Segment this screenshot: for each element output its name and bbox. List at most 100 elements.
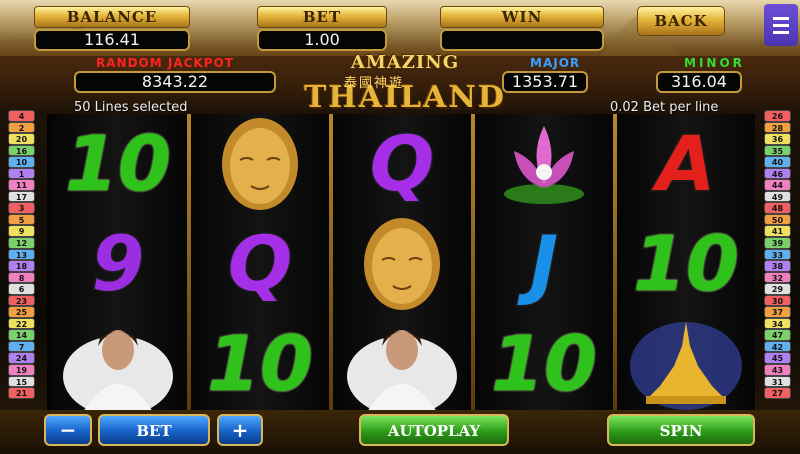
- payline-indicator-right[interactable]: 41: [764, 225, 791, 238]
- symbol-j-text: J: [528, 219, 559, 308]
- payline-indicator-right[interactable]: 40: [764, 156, 791, 168]
- symbol-10-text: 10: [632, 219, 741, 308]
- payline-indicator-right[interactable]: 47: [764, 329, 791, 341]
- payline-indicator-right[interactable]: 38: [764, 260, 791, 272]
- payline-indicator-right[interactable]: 37: [764, 306, 791, 318]
- reel-5: A 10: [617, 114, 755, 414]
- balance-label: BALANCE: [34, 6, 190, 28]
- payline-indicator-left[interactable]: 9: [8, 225, 35, 238]
- symbol-9-text: 9: [90, 219, 146, 308]
- payline-indicators-right: 26 28 36 35 40 46 44 49 48 50 41 39 33 38 32 29 30 37 34 47…: [764, 110, 791, 399]
- lines-selected-text: 50 Lines selected: [74, 100, 188, 115]
- slot-machine: BALANCE 116.41 BET 1.00 WIN BACK RANDOM …: [0, 0, 800, 454]
- payline-indicator-right[interactable]: 35: [764, 144, 791, 157]
- symbol-a: A: [617, 114, 755, 214]
- payline-indicator-left[interactable]: 5: [8, 213, 35, 226]
- symbol-q: Q: [191, 214, 329, 314]
- payline-indicator-right[interactable]: 45: [764, 352, 791, 365]
- payline-indicator-left[interactable]: 15: [8, 375, 35, 388]
- game-logo: AMAZING 泰國神遊 THAILAND: [300, 52, 510, 114]
- payline-indicator-left[interactable]: 18: [8, 260, 35, 272]
- payline-indicator-left[interactable]: 22: [8, 317, 35, 330]
- payline-indicator-left[interactable]: 19: [8, 364, 35, 376]
- payline-indicator-right[interactable]: 49: [764, 190, 791, 203]
- payline-indicator-right[interactable]: 42: [764, 340, 791, 353]
- win-label: WIN: [440, 6, 604, 28]
- logo-chinese: 泰國神遊: [344, 76, 405, 91]
- payline-indicator-right[interactable]: 34: [764, 317, 791, 330]
- payline-indicator-right[interactable]: 33: [764, 248, 791, 261]
- bet-button[interactable]: BET: [98, 414, 210, 446]
- payline-indicator-left[interactable]: 3: [8, 202, 35, 214]
- payline-indicator-right[interactable]: 48: [764, 202, 791, 214]
- payline-indicator-left[interactable]: 13: [8, 248, 35, 261]
- symbol-j: J: [475, 214, 613, 314]
- reel-4: J 10: [475, 114, 613, 414]
- symbol-a-text: A: [655, 119, 717, 208]
- golden-stupa-icon: [617, 314, 755, 414]
- symbol-q: Q: [333, 114, 471, 214]
- back-button[interactable]: BACK: [637, 6, 725, 36]
- payline-indicator-left[interactable]: 21: [8, 387, 35, 399]
- random-jackpot-label: RANDOM JACKPOT: [96, 56, 234, 70]
- payline-indicator-left[interactable]: 11: [8, 179, 35, 191]
- symbol-q-text: Q: [368, 119, 436, 208]
- payline-indicator-right[interactable]: 46: [764, 167, 791, 180]
- payline-indicator-left[interactable]: 4: [8, 110, 35, 122]
- bet-value: 1.00: [257, 29, 387, 51]
- payline-indicator-left[interactable]: 6: [8, 283, 35, 295]
- payline-indicator-left[interactable]: 1: [8, 167, 35, 180]
- decrease-bet-button[interactable]: −: [44, 414, 92, 446]
- payline-indicator-left[interactable]: 14: [8, 329, 35, 341]
- payline-indicator-left[interactable]: 25: [8, 306, 35, 318]
- payline-indicator-right[interactable]: 32: [764, 271, 791, 284]
- payline-indicator-left[interactable]: 7: [8, 340, 35, 353]
- reel-2: Q 10: [191, 114, 329, 414]
- reel-3: Q: [333, 114, 471, 414]
- symbol-10: 10: [191, 314, 329, 414]
- payline-indicator-right[interactable]: 28: [764, 121, 791, 134]
- payline-indicator-right[interactable]: 27: [764, 387, 791, 399]
- payline-indicator-left[interactable]: 16: [8, 144, 35, 157]
- symbol-10-text: 10: [490, 319, 599, 408]
- payline-indicator-right[interactable]: 26: [764, 110, 791, 122]
- payline-indicator-right[interactable]: 30: [764, 294, 791, 307]
- payline-indicator-right[interactable]: 43: [764, 364, 791, 376]
- increase-bet-button[interactable]: +: [217, 414, 263, 446]
- payline-indicator-left[interactable]: 24: [8, 352, 35, 365]
- payline-indicator-left[interactable]: 2: [8, 121, 35, 134]
- menu-button[interactable]: [764, 4, 798, 46]
- payline-indicator-left[interactable]: 8: [8, 271, 35, 284]
- payline-indicator-right[interactable]: 29: [764, 283, 791, 295]
- symbol-10: 10: [617, 214, 755, 314]
- payline-indicator-right[interactable]: 31: [764, 375, 791, 388]
- symbol-q-text: Q: [226, 219, 294, 308]
- lotus-flower-icon: [475, 114, 613, 214]
- major-jackpot-label: MAJOR: [530, 56, 581, 70]
- logo-line-1: AMAZING: [350, 52, 460, 73]
- major-jackpot-value: 1353.71: [502, 71, 588, 93]
- payline-indicator-left[interactable]: 12: [8, 237, 35, 249]
- buddha-face-icon: [191, 114, 329, 214]
- payline-indicator-right[interactable]: 36: [764, 133, 791, 145]
- bet-label: BET: [257, 6, 387, 28]
- symbol-10: 10: [475, 314, 613, 414]
- symbol-10: 10: [49, 114, 187, 214]
- payline-indicator-left[interactable]: 17: [8, 190, 35, 203]
- payline-indicator-right[interactable]: 50: [764, 213, 791, 226]
- payline-indicator-right[interactable]: 39: [764, 237, 791, 249]
- logo-line-2: THAILAND: [304, 80, 506, 115]
- payline-indicator-left[interactable]: 20: [8, 133, 35, 145]
- payline-indicator-left[interactable]: 23: [8, 294, 35, 307]
- payline-indicator-right[interactable]: 44: [764, 179, 791, 191]
- lady-portrait-icon: [49, 314, 187, 414]
- reel-1: 10 9: [49, 114, 187, 414]
- buddha-face-icon: [333, 214, 471, 314]
- win-value: [440, 29, 604, 51]
- payline-indicator-left[interactable]: 10: [8, 156, 35, 168]
- bet-per-line-text: 0.02 Bet per line: [610, 100, 719, 115]
- hamburger-icon: [773, 16, 789, 20]
- spin-button[interactable]: SPIN: [607, 414, 755, 446]
- autoplay-button[interactable]: AUTOPLAY: [359, 414, 509, 446]
- symbol-10-text: 10: [206, 319, 315, 408]
